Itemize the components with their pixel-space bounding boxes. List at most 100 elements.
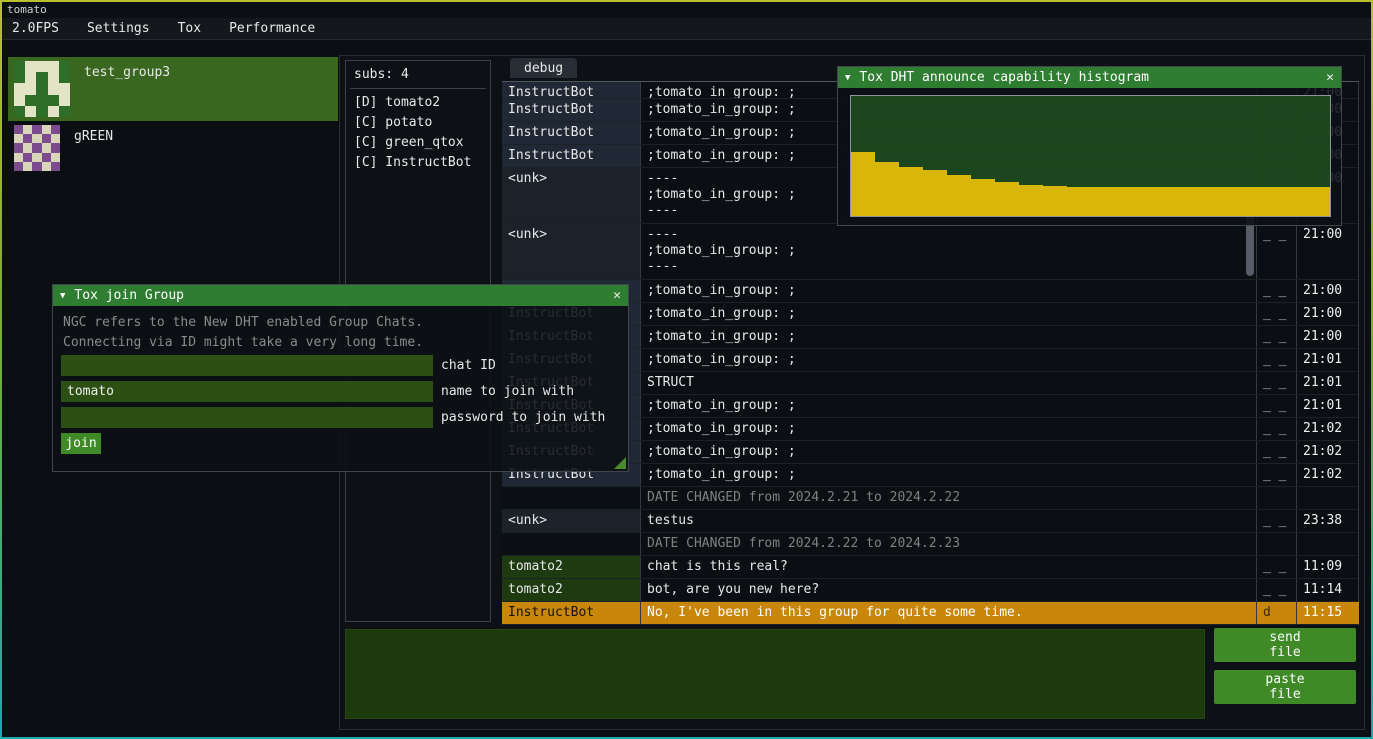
join-window-title: Tox join Group <box>74 288 184 303</box>
menu-item-performance[interactable]: Performance <box>215 21 329 36</box>
message-row[interactable]: <unk>---- ;tomato_in_group: ; ----_ _21:… <box>502 224 1358 280</box>
date-divider-row: DATE CHANGED from 2024.2.21 to 2024.2.22 <box>502 487 1358 510</box>
message-row[interactable]: InstructBot;tomato_in_group: ;_ _21:00 <box>502 326 1358 349</box>
histogram-bar <box>1282 187 1306 216</box>
group-item-test_group3[interactable]: test_group3 <box>8 57 338 121</box>
chat-ID-input[interactable] <box>61 355 433 376</box>
message-row[interactable]: InstructBot;tomato_in_group: ;_ _21:02 <box>502 464 1358 487</box>
resize-grip[interactable] <box>614 457 626 469</box>
message-time: 11:09 <box>1296 556 1359 578</box>
histogram-bar <box>1043 186 1067 216</box>
message-row[interactable]: InstructBot;tomato_in_group: ;_ _21:01 <box>502 349 1358 372</box>
paste-file-button[interactable]: paste file <box>1214 670 1356 704</box>
message-flags: _ _ <box>1256 349 1296 371</box>
message-row[interactable]: InstructBot;tomato_in_group: ;_ _21:00 <box>502 303 1358 326</box>
message-text: DATE CHANGED from 2024.2.21 to 2024.2.22 <box>640 487 1256 509</box>
collapse-arrow-icon[interactable]: ▼ <box>845 73 850 83</box>
message-text: No, I've been in this group for quite so… <box>640 602 1256 624</box>
message-flags: _ _ <box>1256 395 1296 417</box>
group-item-gREEN[interactable]: gREEN <box>8 121 338 175</box>
titlebar[interactable]: tomato <box>2 2 1371 18</box>
menu-item-tox[interactable]: Tox <box>164 21 215 36</box>
message-time: 23:38 <box>1296 510 1359 532</box>
histogram-bar <box>1067 187 1091 216</box>
close-icon[interactable]: ✕ <box>613 288 621 303</box>
sender-name: tomato2 <box>502 579 640 601</box>
message-time <box>1296 533 1359 555</box>
message-flags: d <box>1256 602 1296 624</box>
send-file-button[interactable]: send file <box>1214 628 1356 662</box>
message-time: 11:14 <box>1296 579 1359 601</box>
close-icon[interactable]: ✕ <box>1326 70 1334 85</box>
message-time: 21:00 <box>1296 224 1359 279</box>
name-to-join-with-input[interactable] <box>61 381 433 402</box>
date-divider-row: DATE CHANGED from 2024.2.22 to 2024.2.23 <box>502 533 1358 556</box>
join-group-window: ▼ Tox join Group ✕ NGC refers to the New… <box>52 284 629 472</box>
message-row[interactable]: InstructBot;tomato_in_group: ;_ _21:00 <box>502 280 1358 303</box>
sender-name: InstructBot <box>502 602 640 624</box>
message-time: 11:15 <box>1296 602 1359 624</box>
histogram-plot[interactable] <box>850 95 1331 217</box>
group-name: gREEN <box>74 129 113 144</box>
password-to-join-with-input[interactable] <box>61 407 433 428</box>
message-time: 21:00 <box>1296 303 1359 325</box>
join-field-row: chat ID <box>61 355 605 376</box>
message-row[interactable]: <unk>testus_ _23:38 <box>502 510 1358 533</box>
message-row[interactable]: tomato2bot, are you new here?_ _11:14 <box>502 579 1358 602</box>
join-info-line2: Connecting via ID might take a very long… <box>63 335 423 350</box>
message-row[interactable]: InstructBotNo, I've been in this group f… <box>502 602 1358 625</box>
message-row[interactable]: InstructBot;tomato_in_group: ;_ _21:01 <box>502 395 1358 418</box>
histogram-window: ▼ Tox DHT announce capability histogram … <box>837 66 1342 226</box>
member-item[interactable]: [C] green_qtox <box>346 133 490 153</box>
message-time: 21:01 <box>1296 372 1359 394</box>
collapse-arrow-icon[interactable]: ▼ <box>60 291 65 301</box>
histogram-window-titlebar[interactable]: ▼ Tox DHT announce capability histogram … <box>838 67 1341 88</box>
members-list: [D] tomato2[C] potato[C] green_qtox[C] I… <box>346 93 490 173</box>
message-row[interactable]: InstructBot;tomato_in_group: ;_ _21:02 <box>502 441 1358 464</box>
message-flags <box>1256 533 1296 555</box>
message-flags: _ _ <box>1256 464 1296 486</box>
message-flags: _ _ <box>1256 418 1296 440</box>
histogram-bar <box>971 179 995 216</box>
message-row[interactable]: InstructBotSTRUCT_ _21:01 <box>502 372 1358 395</box>
histogram-bar <box>1306 187 1330 216</box>
member-item[interactable]: [C] InstructBot <box>346 153 490 173</box>
message-time: 21:01 <box>1296 349 1359 371</box>
message-flags: _ _ <box>1256 510 1296 532</box>
join-window-titlebar[interactable]: ▼ Tox join Group ✕ <box>53 285 628 306</box>
message-flags: _ _ <box>1256 303 1296 325</box>
sender-name: tomato2 <box>502 556 640 578</box>
message-text: bot, are you new here? <box>640 579 1256 601</box>
histogram-bar <box>1091 187 1115 216</box>
message-time: 21:02 <box>1296 418 1359 440</box>
message-time: 21:02 <box>1296 441 1359 463</box>
sender-name: <unk> <box>502 224 640 279</box>
message-text: ;tomato_in_group: ; <box>640 441 1256 463</box>
menubar-items: SettingsToxPerformance <box>73 21 329 36</box>
member-item[interactable]: [D] tomato2 <box>346 93 490 113</box>
groups-sidebar: test_group3 gREEN <box>8 57 338 175</box>
group-avatar <box>14 61 70 117</box>
message-time: 21:00 <box>1296 326 1359 348</box>
histogram-bar <box>851 152 875 216</box>
join-info-line1: NGC refers to the New DHT enabled Group … <box>63 315 423 330</box>
member-item[interactable]: [C] potato <box>346 113 490 133</box>
sender-name: InstructBot <box>502 99 640 121</box>
join-field-row: name to join with <box>61 381 605 402</box>
message-input[interactable] <box>345 629 1205 719</box>
join-button[interactable]: join <box>61 433 101 454</box>
histogram-bar <box>947 175 971 216</box>
message-flags: _ _ <box>1256 326 1296 348</box>
message-text: ---- ;tomato_in_group: ; ---- <box>640 224 1256 279</box>
message-text: ;tomato_in_group: ; <box>640 326 1256 348</box>
histogram-bar <box>1138 187 1162 216</box>
message-flags: _ _ <box>1256 579 1296 601</box>
histogram-bar <box>1234 187 1258 216</box>
histogram-bar <box>1114 187 1138 216</box>
menu-item-settings[interactable]: Settings <box>73 21 164 36</box>
tab-debug[interactable]: debug <box>510 58 577 78</box>
sender-name: <unk> <box>502 168 640 223</box>
message-row[interactable]: InstructBot;tomato_in_group: ;_ _21:02 <box>502 418 1358 441</box>
message-row[interactable]: tomato2chat is this real?_ _11:09 <box>502 556 1358 579</box>
window-title: tomato <box>7 3 47 16</box>
